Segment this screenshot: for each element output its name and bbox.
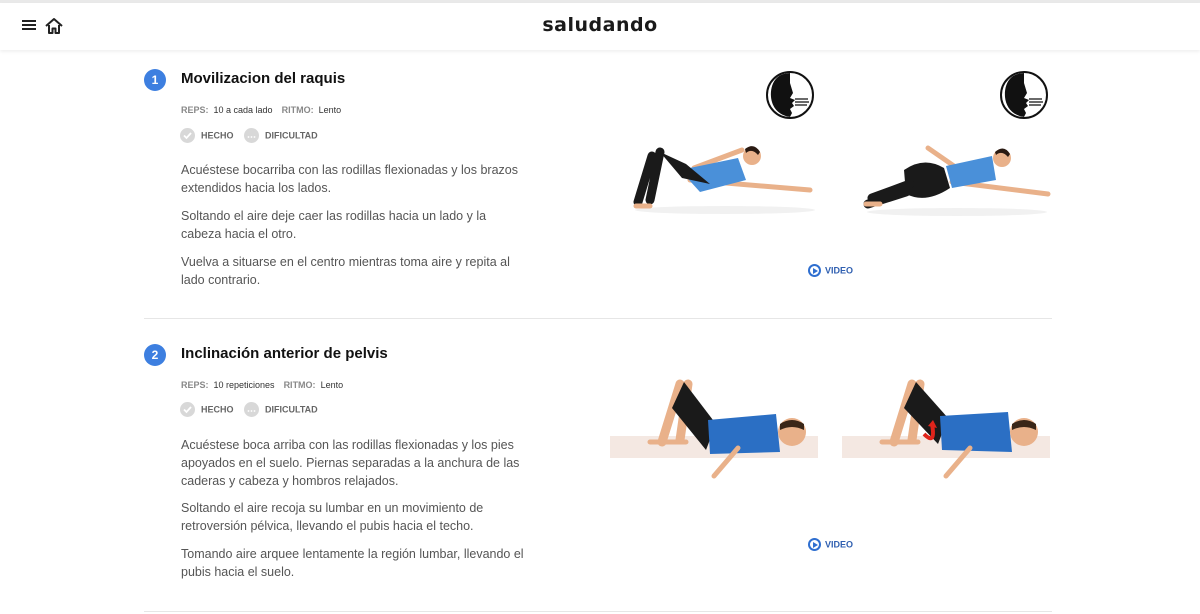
exercise-illustration: [842, 379, 1050, 479]
reps-label: REPS:: [181, 105, 209, 115]
video-label: VIDEO: [825, 265, 854, 276]
difficulty-toggle[interactable]: DIFICULTAD: [244, 402, 318, 417]
dots-icon: [244, 402, 259, 417]
exercise-card: 2 Inclinación anterior de pelvis REPS: 10…: [144, 336, 1052, 612]
rhythm-value: Lento: [318, 105, 342, 115]
saludando-logo[interactable]: saludando: [0, 14, 1200, 36]
instruction-paragraph: Tomando aire arquee lentamente la región…: [181, 547, 524, 579]
exercise-meta: REPS: 10 repeticiones RITMO: Lento: [181, 380, 352, 390]
check-icon: [180, 128, 195, 143]
exercise-number-badge: 1: [144, 69, 166, 91]
instruction-paragraph: Soltando el aire deje caer las rodillas …: [181, 209, 487, 241]
instruction-paragraph: Vuelva a situarse en el centro mientras …: [181, 255, 510, 287]
rhythm-label: RITMO:: [283, 380, 316, 390]
exercise-number-badge: 2: [144, 344, 166, 366]
rhythm-value: Lento: [320, 380, 344, 390]
difficulty-toggle[interactable]: DIFICULTAD: [244, 128, 318, 143]
exercise-illustration: [633, 146, 815, 214]
exhale-icon: [1000, 71, 1048, 119]
done-label: HECHO: [201, 404, 234, 415]
check-icon: [180, 402, 195, 417]
video-link[interactable]: VIDEO: [808, 538, 853, 551]
exercise-card: 1 Movilizacion del raquis REPS: 10 a cada…: [144, 60, 1052, 319]
reps-value: 10 a cada lado: [213, 105, 273, 115]
exercise-illustration: [863, 145, 1051, 216]
instruction-paragraph: Acuéstese boca arriba con las rodillas f…: [181, 438, 520, 488]
video-label: VIDEO: [825, 539, 854, 550]
done-toggle[interactable]: HECHO: [180, 128, 234, 143]
video-link[interactable]: VIDEO: [808, 264, 853, 277]
exercise-meta: REPS: 10 a cada lado RITMO: Lento: [181, 105, 350, 115]
exercise-title: Inclinación anterior de pelvis: [181, 345, 388, 362]
play-icon: [808, 264, 821, 277]
app-header: saludando: [0, 3, 1200, 50]
reps-value: 10 repeticiones: [213, 380, 275, 390]
exhale-icon: [766, 71, 814, 119]
difficulty-label: DIFICULTAD: [265, 130, 318, 141]
instruction-paragraph: Acuéstese bocarriba con las rodillas fle…: [181, 163, 518, 195]
dots-icon: [244, 128, 259, 143]
exercise-title: Movilizacion del raquis: [181, 70, 346, 87]
done-label: HECHO: [201, 130, 234, 141]
rhythm-label: RITMO:: [281, 105, 314, 115]
reps-label: REPS:: [181, 380, 209, 390]
instruction-paragraph: Soltando el aire recoja su lumbar en un …: [181, 501, 484, 533]
play-icon: [808, 538, 821, 551]
difficulty-label: DIFICULTAD: [265, 404, 318, 415]
done-toggle[interactable]: HECHO: [180, 402, 234, 417]
exercise-illustration: [610, 379, 818, 479]
